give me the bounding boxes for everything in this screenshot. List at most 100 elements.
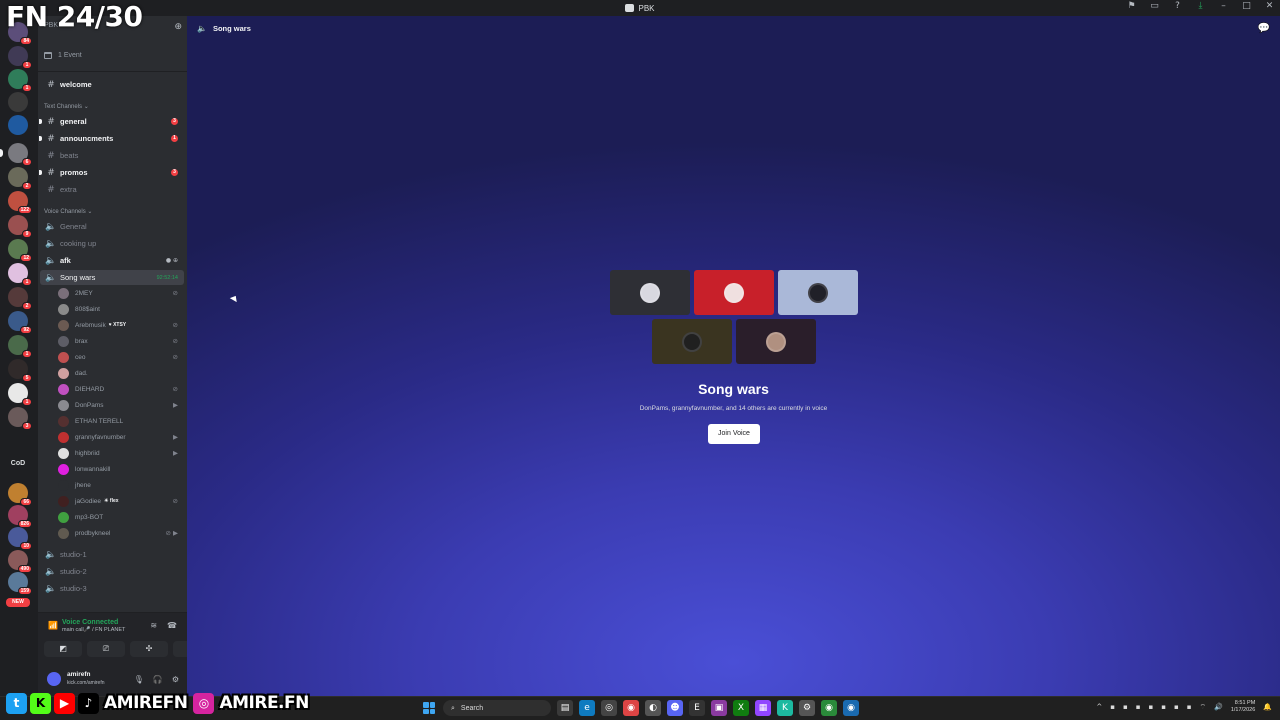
voice-member[interactable]: jhene — [56, 477, 184, 493]
help-icon[interactable]: ? — [1173, 2, 1182, 11]
voice-channel-studio-1[interactable]: 🔈 studio-1 — [40, 547, 184, 562]
server-icon[interactable]: 1 — [8, 263, 32, 286]
microphone-icon[interactable]: 🎙 — [134, 675, 144, 684]
voice-member[interactable]: 808$aint — [56, 301, 184, 317]
voice-status[interactable]: Voice Connected — [62, 619, 118, 626]
epic-games-icon[interactable]: E — [689, 700, 705, 716]
tray-app-icon[interactable]: ▪ — [1149, 703, 1154, 711]
server-icon[interactable]: 2 — [8, 287, 32, 310]
edge-icon[interactable]: e — [579, 700, 595, 716]
join-voice-button[interactable]: Join Voice — [708, 424, 760, 444]
participant-tile[interactable] — [694, 270, 774, 315]
taskbar-search[interactable]: ⌕ Search — [443, 700, 551, 716]
file-explorer-icon[interactable]: ▤ — [557, 700, 573, 716]
channel-welcome[interactable]: # welcome — [40, 77, 184, 92]
maximize-icon[interactable]: □ — [1242, 2, 1251, 11]
voice-channel-cooking-up[interactable]: 🔈 cooking up — [40, 236, 184, 251]
server-icon[interactable]: 1 — [8, 335, 32, 358]
tray-app-icon[interactable]: ▪ — [1123, 703, 1128, 711]
server-icon[interactable]: 5 — [8, 359, 32, 382]
voice-member[interactable]: grannyfavnumber ▶ — [56, 429, 184, 445]
voice-channel-song-wars[interactable]: 🔈 Song wars 92:52:14 — [40, 270, 184, 285]
server-icon[interactable]: 12 — [8, 239, 32, 262]
voice-member[interactable]: mp3-BOT — [56, 509, 184, 525]
voice-member[interactable]: brax ⊘ — [56, 333, 184, 349]
server-icon[interactable]: 1 — [8, 69, 32, 92]
voice-member[interactable]: lonwannakill — [56, 461, 184, 477]
voice-channel-studio-2[interactable]: 🔈 studio-2 — [40, 564, 184, 579]
notifications-icon[interactable]: 🔔 — [1263, 703, 1272, 711]
gear-icon[interactable]: ⚙ — [172, 675, 179, 684]
events-row[interactable]: 1 Event — [44, 49, 82, 61]
voice-location[interactable]: main call🎤 / FN PLANET — [62, 627, 125, 633]
server-icon[interactable] — [8, 92, 28, 112]
participant-tile[interactable] — [610, 270, 690, 315]
app-icon[interactable]: ◐ — [645, 700, 661, 716]
category-text-channels[interactable]: Text Channels ⌄ — [44, 103, 89, 110]
activities-button[interactable]: ✣ — [130, 641, 168, 657]
disconnect-icon[interactable]: ☎ — [167, 621, 177, 630]
chat-icon[interactable]: 💬 — [1258, 23, 1270, 34]
tray-app-icon[interactable]: ▪ — [1161, 703, 1166, 711]
participant-tile[interactable] — [652, 319, 732, 364]
voice-member[interactable]: jaGodiee ☀ flex ⊘ — [56, 493, 184, 509]
participant-tile[interactable] — [736, 319, 816, 364]
headphones-icon[interactable]: 🎧 — [153, 675, 163, 684]
voice-member[interactable]: highbriid ▶ — [56, 445, 184, 461]
tray-overflow-icon[interactable]: ^ — [1096, 703, 1102, 711]
add-member-icon[interactable]: ⊕ — [174, 22, 182, 32]
channel-extra[interactable]: # extra — [40, 182, 184, 197]
server-icon[interactable] — [8, 115, 28, 135]
server-icon[interactable]: 122 — [8, 191, 32, 214]
server-icon[interactable]: 1 — [8, 46, 32, 69]
voice-member[interactable]: dad. — [56, 365, 184, 381]
voice-member[interactable]: DonPams ▶ — [56, 397, 184, 413]
voice-channel-studio-3[interactable]: 🔈 studio-3 — [40, 581, 184, 596]
voice-channel-general[interactable]: 🔈 General — [40, 219, 184, 234]
close-icon[interactable]: ✕ — [1265, 2, 1274, 11]
server-icon[interactable]: 159 — [8, 572, 32, 595]
server-icon[interactable]: 3 — [8, 407, 32, 430]
volume-icon[interactable]: 🔊 — [1214, 703, 1223, 711]
tray-app-icon[interactable]: ▪ — [1136, 703, 1141, 711]
server-icon[interactable]: 2 — [8, 167, 32, 190]
tray-app-icon[interactable]: ▪ — [1110, 703, 1115, 711]
server-icon[interactable]: 826 — [8, 505, 32, 528]
voice-channel-afk[interactable]: 🔈 afk ● ⊕ — [40, 253, 184, 268]
signal-icon[interactable]: 📶 — [48, 621, 58, 630]
voice-member[interactable]: 2MEY ⊘ — [56, 285, 184, 301]
channel-beats[interactable]: # beats — [40, 148, 184, 163]
clock[interactable]: 8:51 PM 1/17/2026 — [1231, 700, 1255, 714]
app-icon[interactable]: K — [777, 700, 793, 716]
server-cod[interactable]: CoD — [8, 460, 28, 467]
chat-and-invite-icon[interactable]: ● ⊕ — [166, 257, 178, 264]
inbox-flag-icon[interactable]: ⚑ — [1127, 2, 1136, 11]
server-icon[interactable]: 490 — [8, 550, 32, 573]
voice-member[interactable]: Arebmusik ♥ XTSY ⊘ — [56, 317, 184, 333]
noise-suppression-icon[interactable]: ≋ — [150, 621, 157, 630]
channel-announcments[interactable]: # announcments 1 — [39, 131, 184, 146]
network-icon[interactable]: ⌔ — [1200, 703, 1207, 712]
app-icon[interactable]: ▣ — [711, 700, 727, 716]
chrome-icon[interactable]: ◉ — [623, 700, 639, 716]
minimize-icon[interactable]: – — [1219, 2, 1228, 11]
participant-tile[interactable] — [778, 270, 858, 315]
discord-icon[interactable]: ☻ — [667, 700, 683, 716]
xbox-icon[interactable]: X — [733, 700, 749, 716]
server-icon[interactable]: 66 — [8, 483, 32, 506]
server-icon[interactable]: 10 — [8, 527, 32, 550]
voice-member[interactable]: ceo ⊘ — [56, 349, 184, 365]
camera-button[interactable]: ◩ — [44, 641, 82, 657]
voice-member[interactable]: prodbykneel ⊘ ▶ — [56, 525, 184, 541]
avatar[interactable] — [47, 672, 61, 686]
tray-app-icon[interactable]: ▪ — [1187, 703, 1192, 711]
settings-app-icon[interactable]: ⚙ — [799, 700, 815, 716]
app-icon[interactable]: ▦ — [755, 700, 771, 716]
download-icon[interactable]: ⤓ — [1196, 2, 1205, 11]
windows-start-icon[interactable] — [421, 700, 437, 716]
inbox-icon[interactable]: ▭ — [1150, 2, 1159, 11]
category-voice-channels[interactable]: Voice Channels ⌄ — [44, 208, 92, 215]
screen-share-button[interactable]: ⎚ — [87, 641, 125, 657]
channel-general[interactable]: # general 3 — [39, 114, 184, 129]
server-icon[interactable]: 92 — [8, 311, 32, 334]
